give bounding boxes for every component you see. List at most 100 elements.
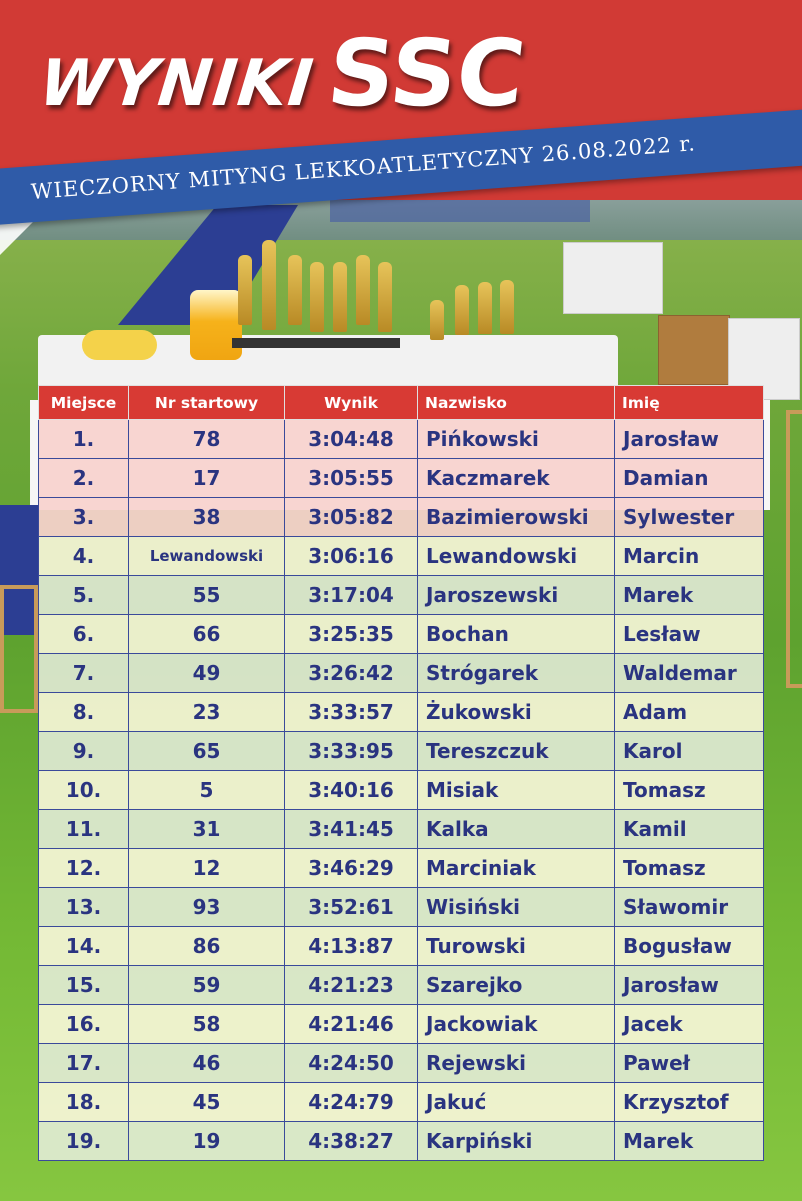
deck-chair-frame [786,410,802,688]
cell-name: Jacek [614,1004,764,1044]
cell-place: 14. [38,926,129,966]
trophy-icon [288,255,302,325]
cell-name: Jarosław [614,419,764,459]
table-row: 3. 38 3:05:82 Bazimierowski Sylwester [38,497,764,537]
cell-time: 3:04:48 [284,419,418,459]
cell-name: Sylwester [614,497,764,537]
cell-time: 4:13:87 [284,926,418,966]
cell-time: 3:41:45 [284,809,418,849]
cell-place: 8. [38,692,129,732]
title-wyniki: WYNIKI [35,47,318,121]
cell-bib: 19 [128,1121,285,1161]
figurine-trophy-icon [455,285,469,335]
cell-name: Lesław [614,614,764,654]
table-row: 13. 93 3:52:61 Wisiński Sławomir [38,887,764,927]
cell-time: 3:33:95 [284,731,418,771]
cell-bib: 17 [128,458,285,498]
trophy-icon [356,255,370,325]
cell-bib: 38 [128,497,285,537]
trophy-icon [378,262,392,332]
cell-place: 13. [38,887,129,927]
cell-bib: 58 [128,1004,285,1044]
cell-time: 4:21:46 [284,1004,418,1044]
cell-bib: 31 [128,809,285,849]
cell-time: 3:52:61 [284,887,418,927]
cell-place: 12. [38,848,129,888]
cell-time: 4:38:27 [284,1121,418,1161]
table-row: 15. 59 4:21:23 Szarejko Jarosław [38,965,764,1005]
table-row: 6. 66 3:25:35 Bochan Lesław [38,614,764,654]
trophy-icon [333,262,347,332]
cell-name: Tomasz [614,770,764,810]
cell-bib: 49 [128,653,285,693]
trophy-icon [238,255,252,325]
cell-bib: Lewandowski [128,536,285,576]
header-wynik: Wynik [284,385,418,420]
cell-time: 3:40:16 [284,770,418,810]
cell-name: Marcin [614,536,764,576]
figurine-trophy-icon [430,300,444,340]
trophy-icon [262,240,276,330]
cell-name: Marek [614,575,764,615]
table-header-row: Miejsce Nr startowy Wynik Nazwisko Imię [38,385,764,420]
header-nr-startowy: Nr startowy [128,385,285,420]
cell-bib: 86 [128,926,285,966]
header-miejsce: Miejsce [38,385,129,420]
cell-time: 3:05:82 [284,497,418,537]
table-row: 1. 78 3:04:48 Pińkowski Jarosław [38,419,764,459]
table-row: 5. 55 3:17:04 Jaroszewski Marek [38,575,764,615]
cell-bib: 65 [128,731,285,771]
cell-name: Krzysztof [614,1082,764,1122]
cell-bib: 12 [128,848,285,888]
cell-bib: 5 [128,770,285,810]
cell-surname: Karpiński [417,1121,615,1161]
table-row: 16. 58 4:21:46 Jackowiak Jacek [38,1004,764,1044]
cell-bib: 23 [128,692,285,732]
cell-place: 7. [38,653,129,693]
table-row: 17. 46 4:24:50 Rejewski Paweł [38,1043,764,1083]
table-row: 12. 12 3:46:29 Marciniak Tomasz [38,848,764,888]
title-ssc: SSC [322,20,530,127]
cell-time: 4:21:23 [284,965,418,1005]
cell-name: Damian [614,458,764,498]
cell-surname: Wisiński [417,887,615,927]
cell-surname: Tereszczuk [417,731,615,771]
cell-surname: Żukowski [417,692,615,732]
cell-surname: Kaczmarek [417,458,615,498]
table-row: 14. 86 4:13:87 Turowski Bogusław [38,926,764,966]
table-row: 8. 23 3:33:57 Żukowski Adam [38,692,764,732]
cell-surname: Kalka [417,809,615,849]
cell-name: Bogusław [614,926,764,966]
cell-place: 10. [38,770,129,810]
cell-bib: 66 [128,614,285,654]
cell-surname: Misiak [417,770,615,810]
cell-place: 6. [38,614,129,654]
results-table: Miejsce Nr startowy Wynik Nazwisko Imię … [38,385,764,1161]
cell-surname: Jackowiak [417,1004,615,1044]
cell-bib: 59 [128,965,285,1005]
trophy-icon [310,262,324,332]
cell-time: 3:26:42 [284,653,418,693]
cell-name: Paweł [614,1043,764,1083]
cell-time: 4:24:50 [284,1043,418,1083]
cell-surname: Turowski [417,926,615,966]
cell-surname: Bochan [417,614,615,654]
cell-bib: 46 [128,1043,285,1083]
table-row: 9. 65 3:33:95 Tereszczuk Karol [38,731,764,771]
header-imie: Imię [614,385,764,420]
trophy-base [232,338,400,348]
cell-name: Kamil [614,809,764,849]
cell-time: 4:24:79 [284,1082,418,1122]
table-row: 11. 31 3:41:45 Kalka Kamil [38,809,764,849]
figurine-trophy-icon [478,282,492,334]
cell-place: 5. [38,575,129,615]
cell-time: 3:25:35 [284,614,418,654]
cell-name: Jarosław [614,965,764,1005]
cell-place: 2. [38,458,129,498]
cell-surname: Pińkowski [417,419,615,459]
table-row: 2. 17 3:05:55 Kaczmarek Damian [38,458,764,498]
results-poster: WYNIKISSC WIECZORNY MITYNG LEKKOATLETYCZ… [0,0,802,1201]
cell-place: 11. [38,809,129,849]
cell-name: Marek [614,1121,764,1161]
cell-place: 15. [38,965,129,1005]
